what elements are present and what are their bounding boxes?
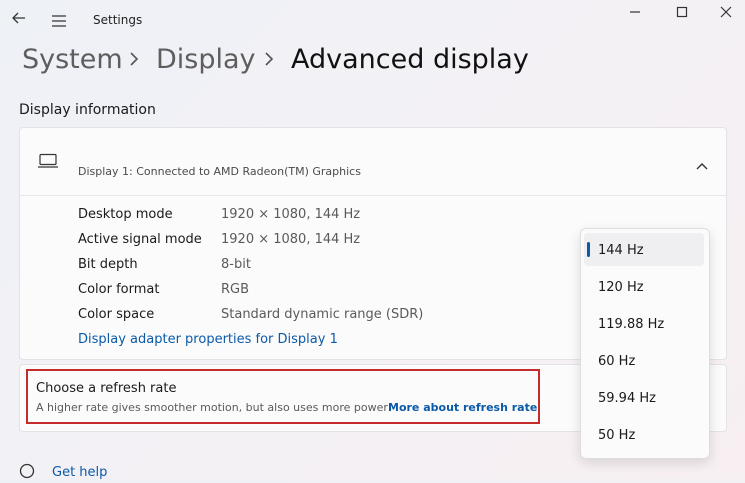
selection-indicator [587,242,590,257]
chevron-up-icon[interactable] [695,156,709,170]
laptop-icon [37,153,59,169]
refresh-rate-subtitle: A higher rate gives smoother motion, but… [36,401,388,414]
minimize-icon[interactable] [627,4,643,20]
bit-depth-value: 8-bit [221,257,251,272]
refresh-rate-title: Choose a refresh rate [36,381,177,396]
section-title: Display information [19,102,156,118]
desktop-mode-value: 1920 × 1080, 144 Hz [221,207,361,222]
active-signal-mode-value: 1920 × 1080, 144 Hz [221,232,361,247]
app-title: Settings [93,13,143,27]
bit-depth-label: Bit depth [78,257,138,272]
adapter-properties-link[interactable]: Display adapter properties for Display 1 [78,332,338,347]
highlight-box [26,369,540,424]
back-arrow-icon[interactable] [10,9,28,27]
color-format-label: Color format [78,282,160,297]
help-icon [19,463,35,479]
refresh-option-60[interactable]: 60 Hz [598,354,635,369]
close-icon[interactable] [718,4,734,20]
get-help-link[interactable]: Get help [52,465,107,480]
page-title: Advanced display [291,44,529,75]
refresh-option-119-88[interactable]: 119.88 Hz [598,317,664,332]
refresh-option-120[interactable]: 120 Hz [598,280,644,295]
hamburger-menu-icon[interactable] [51,12,67,27]
chevron-right-icon [129,51,139,66]
chevron-right-icon [264,51,274,66]
active-signal-mode-label: Active signal mode [78,232,202,247]
refresh-option-59-94[interactable]: 59.94 Hz [598,391,656,406]
maximize-icon[interactable] [674,4,690,20]
breadcrumb-item-display[interactable]: Display [156,41,256,79]
desktop-mode-label: Desktop mode [78,207,173,222]
refresh-option-50[interactable]: 50 Hz [598,428,635,443]
color-format-value: RGB [221,282,250,297]
color-space-value: Standard dynamic range (SDR) [221,307,424,322]
refresh-rate-help-link[interactable]: More about refresh rate [388,401,537,414]
divider [20,195,726,196]
breadcrumb-item-system[interactable]: System [22,41,123,79]
display-subtitle: Display 1: Connected to AMD Radeon(TM) G… [78,165,361,178]
color-space-label: Color space [78,307,155,322]
refresh-option-144[interactable]: 144 Hz [598,243,644,258]
